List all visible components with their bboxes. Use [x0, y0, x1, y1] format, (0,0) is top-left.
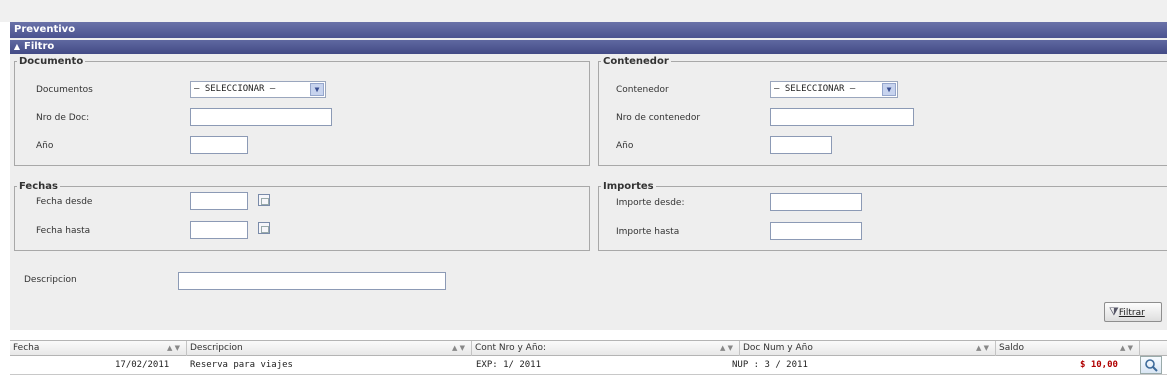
nro-doc-input[interactable] [190, 108, 332, 126]
column-header-descripcion-label: Descripcion [190, 343, 243, 353]
chevron-down-icon[interactable]: ▼ [310, 83, 324, 96]
importes-legend: Importes [603, 181, 654, 192]
cell-fecha: 17/02/2011 [115, 360, 170, 370]
column-header-doc-label: Doc Num y Año [743, 343, 813, 353]
column-header-fecha-label: Fecha [13, 343, 40, 353]
importe-desde-input[interactable] [770, 193, 862, 211]
column-header-doc[interactable]: Doc Num y Año ▲ ▼ [740, 341, 996, 356]
triangle-up-icon[interactable]: ▲ [10, 40, 24, 54]
documento-anio-input[interactable] [190, 136, 248, 154]
window-title-text: Preventivo [14, 24, 76, 35]
chevron-down-icon[interactable]: ▼ [882, 83, 896, 96]
column-header-cont[interactable]: Cont Nro y Año: ▲ ▼ [472, 341, 740, 356]
importes-fieldset: Importes [598, 181, 1167, 251]
sort-icon[interactable]: ▲ ▼ [452, 341, 465, 356]
fecha-hasta-input[interactable] [190, 221, 248, 239]
sort-icon[interactable]: ▲ ▼ [720, 341, 733, 356]
contenedor-label: Contenedor [616, 85, 669, 95]
cell-saldo: $ 10,00 [1080, 360, 1118, 370]
fecha-desde-input[interactable] [190, 192, 248, 210]
column-header-saldo-label: Saldo [999, 343, 1024, 353]
fecha-desde-label: Fecha desde [36, 197, 93, 207]
table-row[interactable]: 17/02/2011 Reserva para viajes EXP: 1/ 2… [10, 356, 1167, 375]
contenedor-anio-input[interactable] [770, 136, 832, 154]
documentos-select[interactable]: — SELECCIONAR — ▼ [190, 81, 326, 98]
contenedor-select[interactable]: — SELECCIONAR — ▼ [770, 81, 898, 98]
nro-doc-label: Nro de Doc: [36, 113, 90, 123]
filtrar-button-label: Filtrar [1118, 308, 1145, 318]
nro-contenedor-input[interactable] [770, 108, 914, 126]
grid-header: Fecha ▲ ▼ Descripcion ▲ ▼ Cont Nro y Año: ▲… [10, 340, 1167, 356]
magnifier-icon[interactable] [1140, 356, 1162, 374]
cell-descripcion: Reserva para viajes [190, 360, 293, 370]
contenedor-legend: Contenedor [603, 56, 669, 67]
documentos-select-value: — SELECCIONAR — [194, 84, 276, 94]
importe-desde-label: Importe desde: [616, 198, 685, 208]
contenedor-anio-label: Año [616, 141, 634, 151]
documento-anio-label: Año [36, 141, 54, 151]
filtrar-button[interactable]: ⧩Filtrar [1104, 302, 1162, 322]
descripcion-label: Descripcion [24, 275, 77, 285]
filter-header[interactable]: ▲ Filtro [10, 40, 1167, 54]
column-header-saldo[interactable]: Saldo ▲ ▼ [996, 341, 1140, 356]
importe-hasta-label: Importe hasta [616, 227, 680, 237]
documento-legend: Documento [19, 56, 84, 67]
descripcion-input[interactable] [178, 272, 446, 290]
fechas-fieldset: Fechas [14, 181, 590, 251]
cell-cont: EXP: 1/ 2011 [476, 360, 542, 370]
importe-hasta-input[interactable] [770, 222, 862, 240]
column-header-fecha[interactable]: Fecha ▲ ▼ [10, 341, 187, 356]
fechas-legend: Fechas [19, 181, 58, 192]
column-header-cont-label: Cont Nro y Año: [475, 343, 547, 353]
sort-icon[interactable]: ▲ ▼ [976, 341, 989, 356]
sort-icon[interactable]: ▲ ▼ [167, 341, 180, 356]
top-band [0, 0, 1167, 22]
calendar-icon[interactable] [258, 222, 270, 234]
contenedor-select-value: — SELECCIONAR — [774, 84, 856, 94]
funnel-icon: ⧩ [1109, 305, 1119, 318]
documentos-label: Documentos [36, 85, 93, 95]
fecha-hasta-label: Fecha hasta [36, 226, 91, 236]
filter-header-label: Filtro [24, 41, 55, 52]
calendar-icon[interactable] [258, 194, 270, 206]
column-header-descripcion[interactable]: Descripcion ▲ ▼ [187, 341, 472, 356]
cell-doc: NUP : 3 / 2011 [732, 360, 808, 370]
sort-icon[interactable]: ▲ ▼ [1120, 341, 1133, 356]
results-grid: Fecha ▲ ▼ Descripcion ▲ ▼ Cont Nro y Año: ▲… [10, 340, 1167, 384]
magnifier-icon-svg [1145, 359, 1158, 372]
nro-contenedor-label: Nro de contenedor [616, 113, 701, 123]
window-title: Preventivo [10, 22, 1167, 38]
